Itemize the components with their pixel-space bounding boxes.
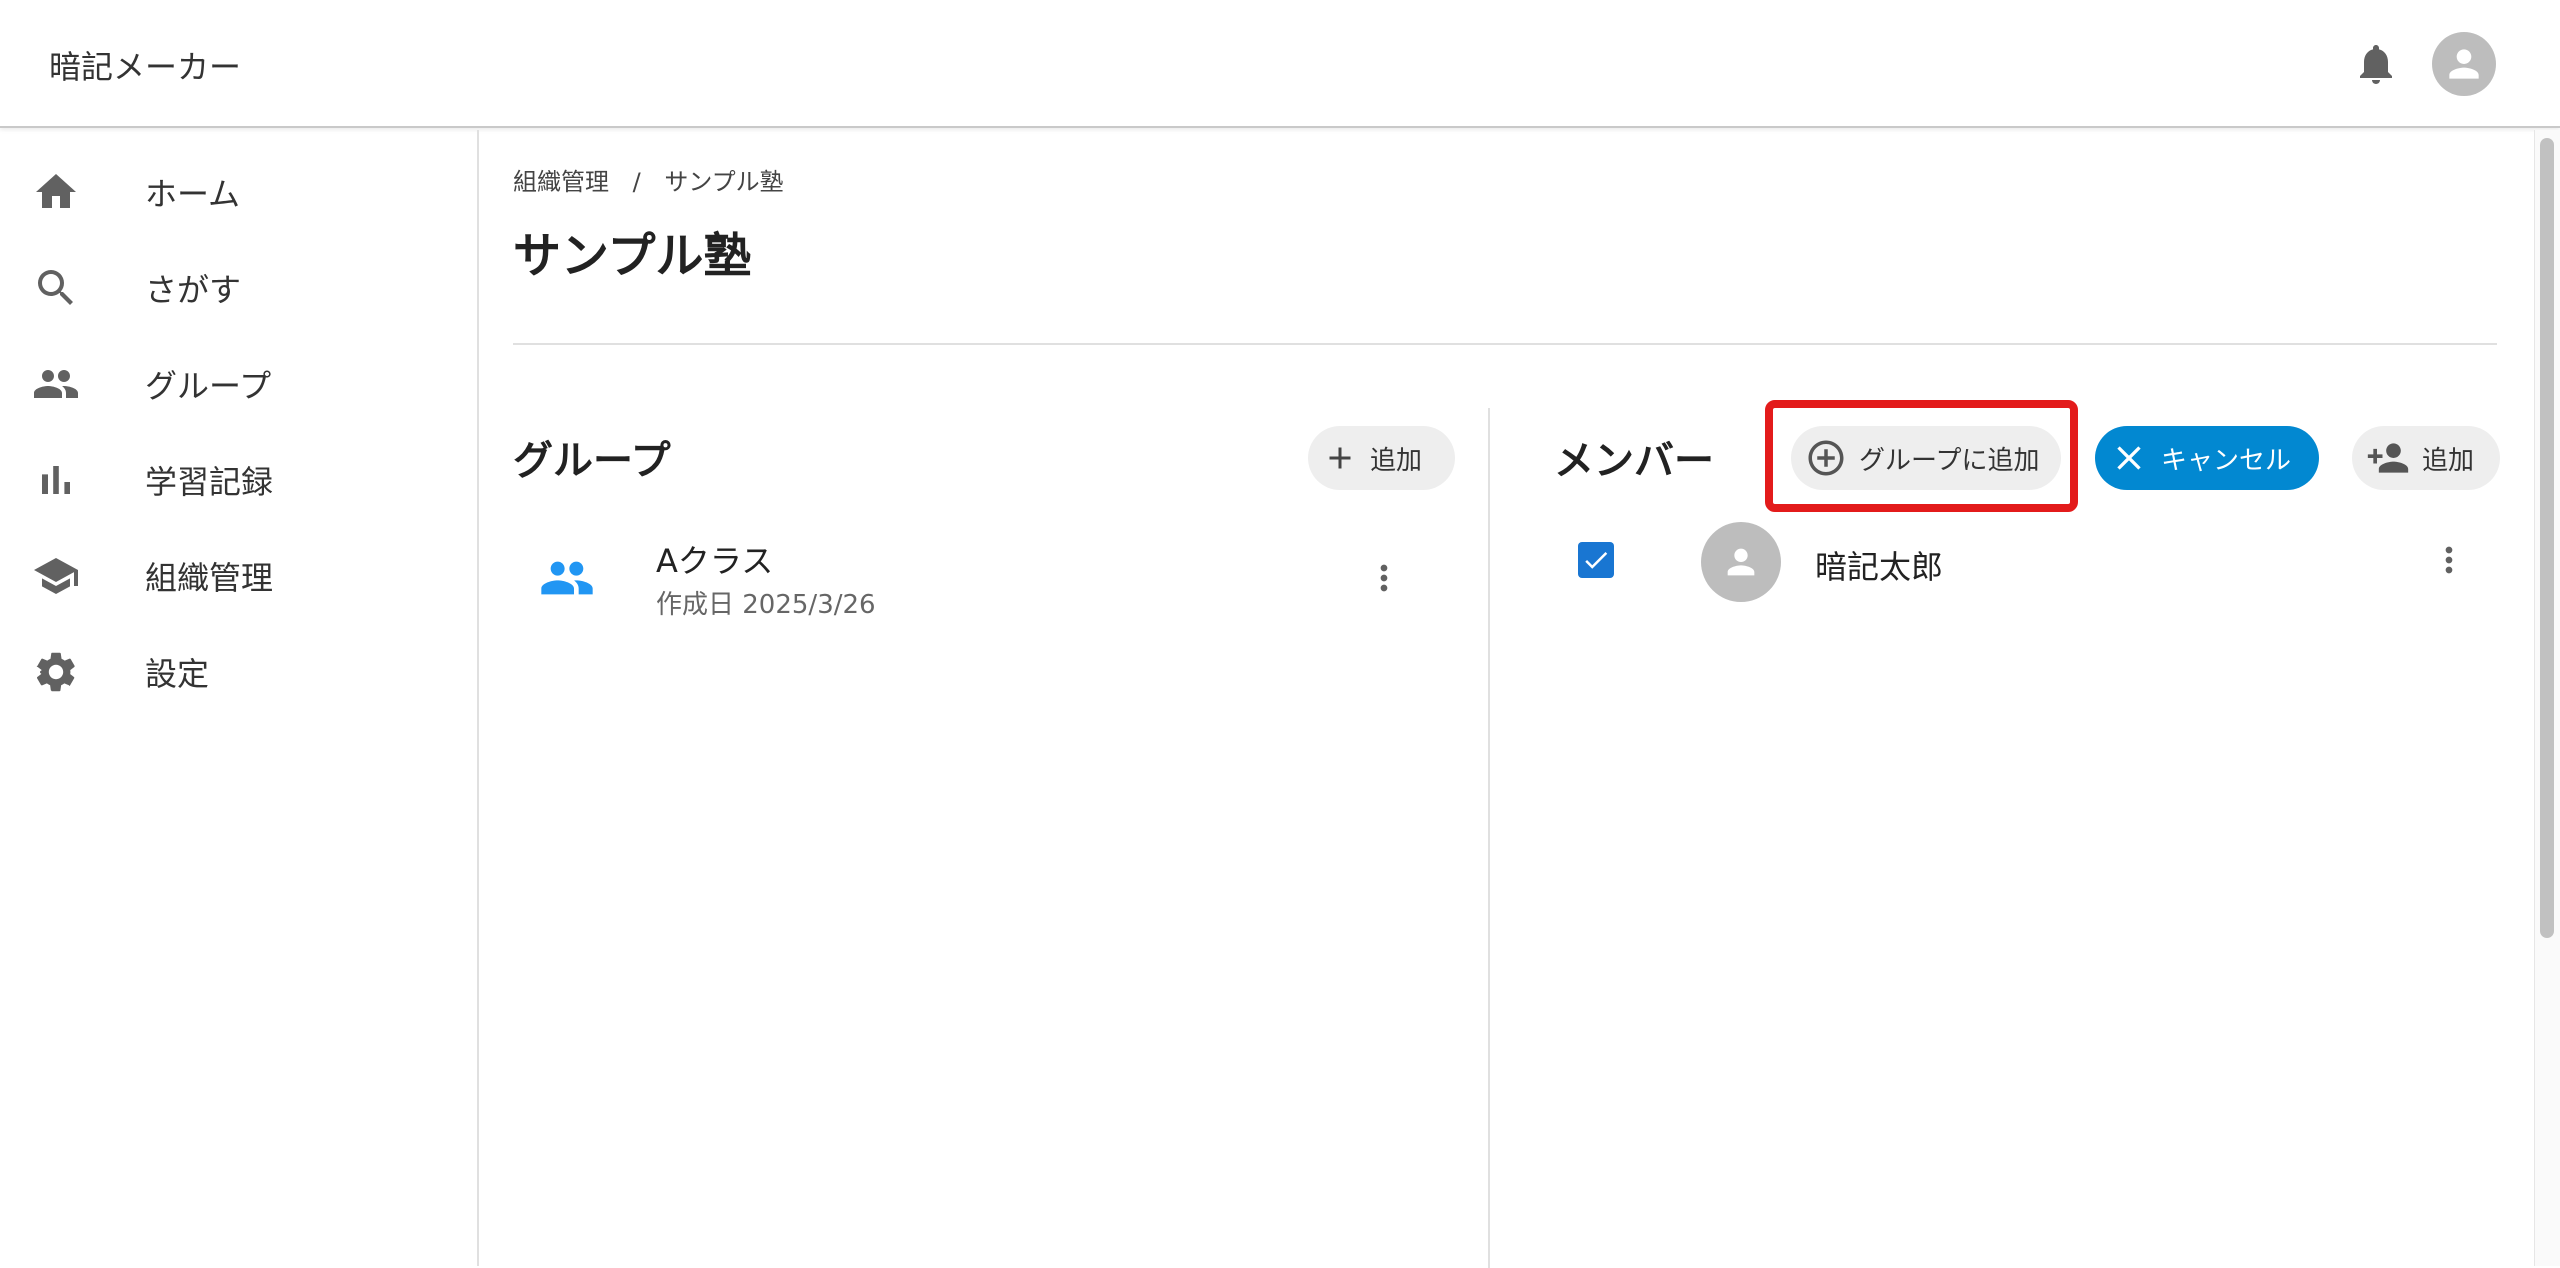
add-group-button[interactable]: 追加	[1308, 426, 1455, 490]
check-icon	[1585, 551, 1608, 569]
sidebar-item-label: 組織管理	[145, 559, 274, 597]
cancel-button[interactable]: キャンセル	[2095, 426, 2319, 490]
app-bar: 暗記メーカー	[0, 0, 2560, 128]
person-icon	[1727, 548, 1755, 576]
search-icon	[38, 270, 73, 305]
add-member-button[interactable]: 追加	[2352, 426, 2500, 490]
sidebar-item-label: ホーム	[145, 175, 241, 213]
group-item[interactable]	[513, 522, 1417, 634]
sidebar-item-settings[interactable]: 設定	[0, 624, 478, 720]
sidebar-item-home[interactable]: ホーム	[0, 144, 478, 240]
person-add-icon	[2367, 443, 2409, 473]
member-checkbox[interactable]	[1578, 542, 1614, 578]
bar-chart-icon	[42, 466, 70, 494]
members-section-title: メンバー	[1554, 438, 1714, 484]
close-icon	[2117, 446, 2141, 470]
divider	[513, 343, 2497, 345]
member-more-button[interactable]	[2429, 540, 2469, 580]
sidebar-item-label: 設定	[145, 655, 210, 693]
cancel-label: キャンセル	[2161, 445, 2292, 476]
more-vert-icon	[1380, 564, 1388, 592]
sidebar-item-search[interactable]: さがす	[0, 240, 478, 336]
more-vert-icon	[2445, 546, 2453, 574]
group-more-button[interactable]	[1364, 558, 1404, 598]
breadcrumb-link-organization[interactable]: 組織管理	[513, 168, 609, 196]
person-icon	[2449, 49, 2479, 79]
groups-section-title: グループ	[513, 438, 671, 484]
group-date: 作成日 2025/3/26	[656, 590, 876, 620]
sidebar-item-groups[interactable]: グループ	[0, 336, 478, 432]
school-icon	[34, 558, 78, 594]
sidebar-item-label: さがす	[145, 271, 242, 309]
highlight-box	[1765, 400, 2078, 512]
breadcrumb: 組織管理 / サンプル塾	[513, 162, 800, 197]
page-title: サンプル塾	[513, 228, 752, 284]
account-avatar[interactable]	[2432, 32, 2496, 96]
group-icon	[539, 554, 595, 602]
bell-icon[interactable]	[2352, 40, 2400, 88]
app-title[interactable]: 暗記メーカー	[49, 42, 241, 88]
member-avatar	[1701, 522, 1781, 602]
group-name: Aクラス	[656, 542, 774, 580]
member-row[interactable]: 暗記太郎	[1540, 512, 2500, 608]
main-content: 組織管理 / サンプル塾 サンプル塾 グループ 追加 メンバー グループに追加 …	[481, 130, 2531, 1268]
plus-icon	[1329, 447, 1351, 469]
gear-icon	[36, 652, 75, 692]
breadcrumb-separator: /	[632, 168, 641, 196]
sidebar-item-learning-records[interactable]: 学習記録	[0, 432, 478, 528]
add-member-label: 追加	[2422, 445, 2475, 476]
breadcrumb-current: サンプル塾	[664, 168, 784, 196]
home-icon	[36, 174, 76, 208]
sidebar-item-label: グループ	[145, 367, 272, 405]
sidebar-item-label: 学習記録	[145, 463, 274, 501]
column-divider	[1488, 408, 1490, 1268]
people-icon	[34, 370, 78, 398]
sidebar: ホーム さがす グループ 学習記録 組織管理 設定	[0, 130, 479, 1266]
scrollbar-thumb[interactable]	[2540, 138, 2554, 938]
add-group-label: 追加	[1370, 445, 1423, 476]
member-name: 暗記太郎	[1815, 548, 1944, 586]
sidebar-item-organization[interactable]: 組織管理	[0, 528, 478, 624]
